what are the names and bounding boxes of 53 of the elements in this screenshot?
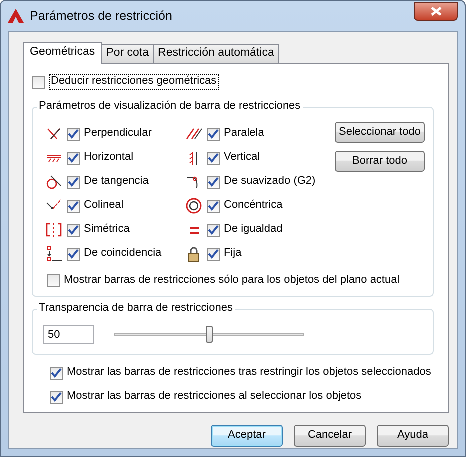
checkbox[interactable] <box>32 76 45 88</box>
checkbox-label[interactable]: Mostrar barras de restricciones sólo para los objetos del plano actual <box>64 274 400 288</box>
checkbox-label[interactable]: Vertical <box>224 151 260 165</box>
checkbox-label[interactable]: Colineal <box>84 199 124 213</box>
checkbox-label[interactable]: Perpendicular <box>84 127 152 141</box>
close-icon <box>430 6 442 16</box>
checkbox-label[interactable]: Horizontal <box>84 151 134 165</box>
checkbox-label[interactable]: De igualdad <box>224 223 283 237</box>
checkbox-label[interactable]: Simétrica <box>84 223 130 237</box>
checkbox[interactable] <box>207 200 220 212</box>
tab[interactable]: Geométricas <box>23 42 102 64</box>
checkbox-label[interactable]: Fija <box>224 247 242 261</box>
checkbox[interactable] <box>67 224 80 236</box>
button[interactable]: Borrar todo <box>335 151 425 172</box>
checkbox-label[interactable]: De tangencia <box>84 175 149 189</box>
checkbox-label[interactable]: Concéntrica <box>224 199 283 213</box>
checkbox[interactable] <box>47 274 60 288</box>
checkbox-label[interactable]: Deducir restricciones geométricas <box>49 74 219 90</box>
button[interactable]: Cancelar <box>294 425 366 447</box>
tangent-icon <box>45 174 63 190</box>
checkbox-label[interactable]: Paralela <box>224 127 264 141</box>
coincident-icon <box>45 246 63 262</box>
checkbox[interactable] <box>50 366 63 380</box>
group-title: Transparencia de barra de restricciones <box>37 302 236 316</box>
checkbox[interactable] <box>67 128 80 140</box>
slider-thumb[interactable] <box>206 326 213 343</box>
checkbox[interactable] <box>67 176 80 188</box>
checkbox[interactable] <box>50 390 63 404</box>
checkbox[interactable] <box>207 248 220 260</box>
button[interactable]: Ayuda <box>377 425 449 447</box>
concentric-icon <box>185 198 203 214</box>
perpendicular-icon <box>45 126 63 142</box>
button[interactable]: Aceptar <box>211 425 283 447</box>
button[interactable]: Seleccionar todo <box>335 122 425 143</box>
checkbox[interactable] <box>67 200 80 212</box>
checkbox[interactable] <box>67 152 80 164</box>
checkbox-label[interactable]: Mostrar las barras de restricciones tras restringir los objetos seleccionados <box>67 366 432 380</box>
symmetric-icon <box>45 222 63 238</box>
checkbox[interactable] <box>207 152 220 164</box>
checkbox[interactable] <box>207 176 220 188</box>
transparency-field[interactable]: 50 <box>43 325 94 344</box>
checkbox[interactable] <box>207 128 220 140</box>
checkbox[interactable] <box>207 224 220 236</box>
tab[interactable]: Restricción automática <box>153 44 280 63</box>
close-button[interactable] <box>414 2 458 20</box>
tab[interactable]: Por cota <box>101 44 154 63</box>
checkbox-label[interactable]: De suavizado (G2) <box>224 175 316 189</box>
checkbox-label[interactable]: De coincidencia <box>84 247 162 261</box>
parallel-icon <box>185 126 203 142</box>
window-title: Parámetros de restricción <box>30 8 172 24</box>
checkbox[interactable] <box>67 248 80 260</box>
app-logo-icon <box>8 9 24 23</box>
checkbox-label[interactable]: Mostrar las barras de restricciones al seleccionar los objetos <box>67 390 362 404</box>
